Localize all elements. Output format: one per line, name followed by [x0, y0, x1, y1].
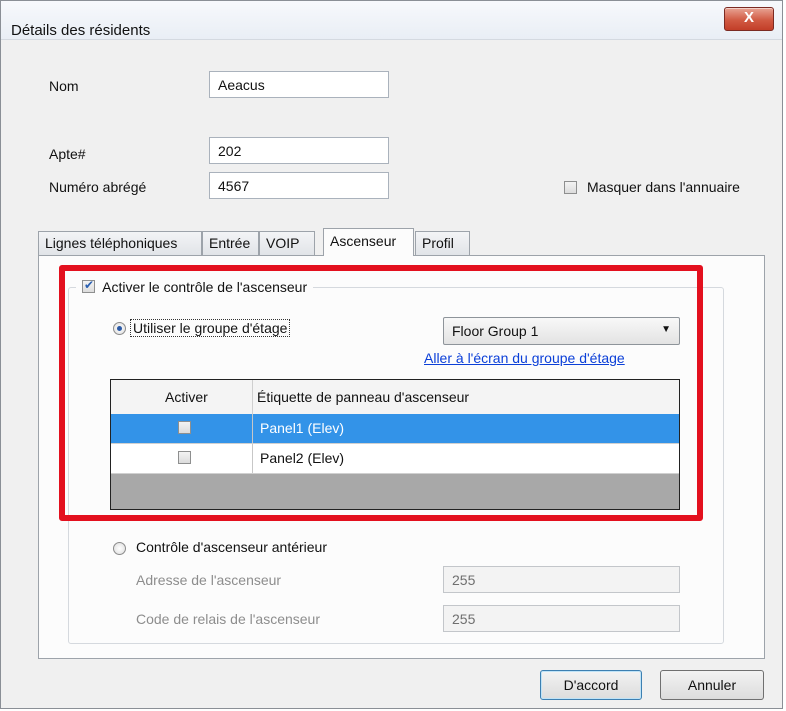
ok-button[interactable]: D'accord — [540, 670, 642, 700]
table-row[interactable]: Panel2 (Elev) — [111, 444, 679, 474]
relay-code-field[interactable]: 255 — [443, 605, 680, 632]
cell-divider — [252, 444, 253, 473]
floor-group-dropdown[interactable]: Floor Group 1 ▼ — [443, 317, 680, 345]
resident-details-dialog: Détails des résidents X Nom Aeacus Apte#… — [0, 0, 783, 709]
panel-label: Panel2 (Elev) — [260, 450, 345, 466]
goto-floor-group-link[interactable]: Aller à l'écran du groupe d'étage — [424, 350, 625, 366]
grid-header: Activer Étiquette de panneau d'ascenseur — [111, 380, 679, 415]
chevron-down-icon: ▼ — [661, 324, 671, 335]
legacy-elevator-radio[interactable] — [113, 542, 126, 555]
column-header-etiquette[interactable]: Étiquette de panneau d'ascenseur — [257, 389, 469, 405]
panel-label: Panel1 (Elev) — [260, 420, 345, 436]
close-icon: X — [743, 9, 754, 26]
cancel-button[interactable]: Annuler — [660, 670, 764, 700]
enable-elevator-label: Activer le contrôle de l'ascenseur — [102, 279, 308, 295]
window-title: Détails des résidents — [11, 22, 151, 39]
cell-divider — [252, 414, 253, 443]
relay-code-label: Code de relais de l'ascenseur — [136, 611, 321, 627]
legacy-elevator-label: Contrôle d'ascenseur antérieur — [136, 539, 328, 555]
use-floor-group-label[interactable]: Utiliser le groupe d'étage — [130, 319, 291, 337]
title-bar: Détails des résidents X — [1, 1, 782, 40]
tab-lignes-telephoniques[interactable]: Lignes téléphoniques — [38, 231, 202, 255]
numero-abrege-label: Numéro abrégé — [49, 179, 147, 195]
apte-label: Apte# — [49, 146, 86, 162]
column-divider — [252, 380, 253, 414]
close-button[interactable]: X — [724, 7, 774, 31]
enable-elevator-row: Activer le contrôle de l'ascenseur — [76, 278, 314, 297]
elevator-address-field[interactable]: 255 — [443, 566, 680, 593]
nom-field[interactable]: Aeacus — [209, 71, 389, 98]
column-header-activer[interactable]: Activer — [165, 389, 208, 405]
nom-label: Nom — [49, 78, 79, 94]
use-floor-group-radio[interactable] — [113, 322, 126, 335]
floor-group-selected: Floor Group 1 — [452, 323, 539, 339]
tab-voip[interactable]: VOIP — [259, 231, 315, 255]
tab-profil[interactable]: Profil — [415, 231, 470, 255]
elevator-panel-grid: Activer Étiquette de panneau d'ascenseur… — [110, 379, 680, 510]
masquer-label: Masquer dans l'annuaire — [587, 179, 740, 195]
masquer-checkbox[interactable] — [564, 181, 577, 194]
apte-field[interactable]: 202 — [209, 137, 389, 164]
numero-abrege-field[interactable]: 4567 — [209, 172, 389, 199]
row-enable-checkbox[interactable] — [178, 451, 191, 464]
elevator-address-label: Adresse de l'ascenseur — [136, 572, 282, 588]
table-row[interactable]: Panel1 (Elev) — [111, 414, 679, 444]
tab-entree[interactable]: Entrée — [202, 231, 259, 255]
row-enable-checkbox[interactable] — [178, 421, 191, 434]
tab-ascenseur[interactable]: Ascenseur — [323, 228, 414, 256]
enable-elevator-checkbox[interactable] — [82, 278, 95, 293]
